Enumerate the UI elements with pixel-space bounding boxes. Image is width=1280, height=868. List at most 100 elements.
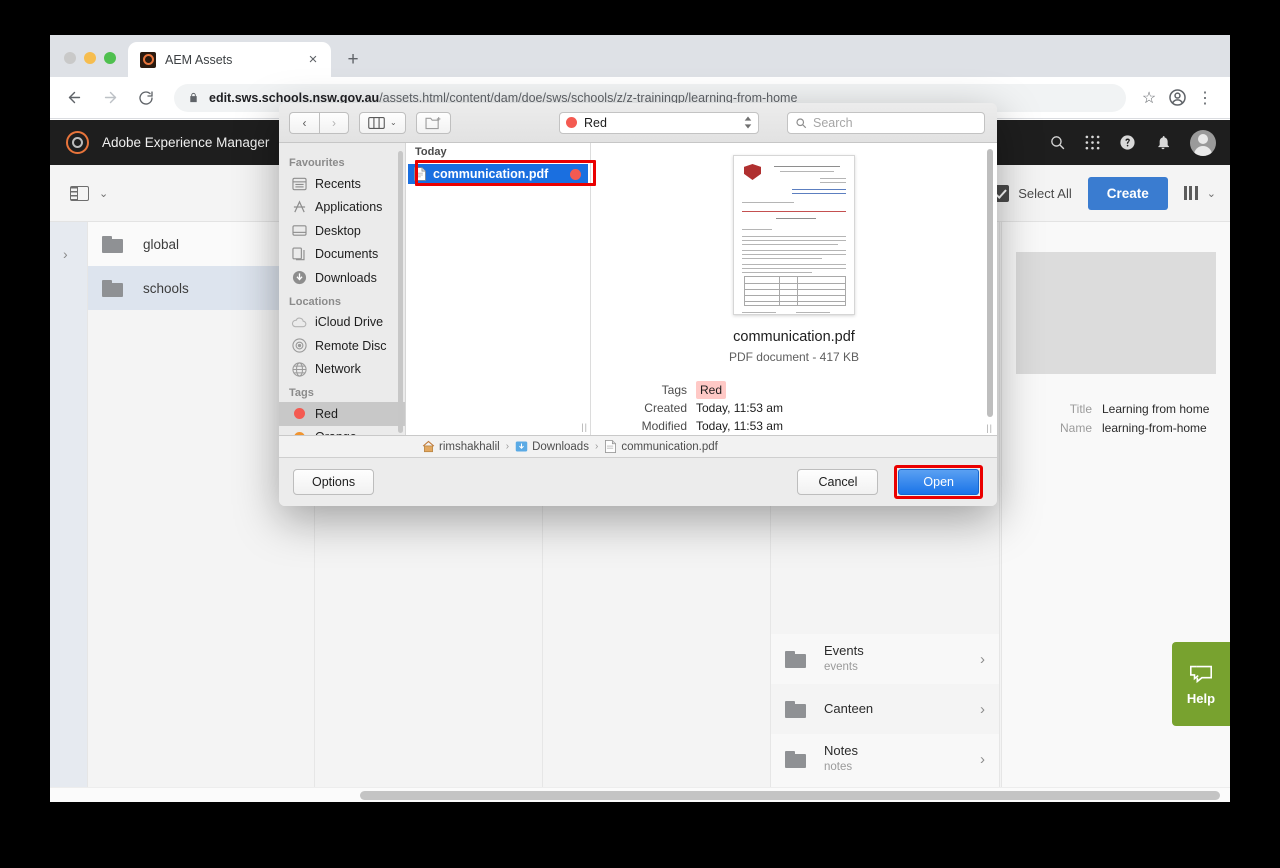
sidebar-item-tag-red[interactable]: Red <box>279 402 405 426</box>
close-window-button[interactable] <box>64 52 76 64</box>
sidebar-scrollbar[interactable] <box>398 151 403 433</box>
profile-avatar[interactable] <box>1164 85 1190 111</box>
reload-button[interactable] <box>130 82 162 114</box>
sidebar-item-tag-orange[interactable]: Orange <box>279 426 405 435</box>
asset-row-notes[interactable]: Notes notes › <box>771 734 999 784</box>
search-icon[interactable] <box>1049 134 1066 151</box>
asset-row-canteen[interactable]: Canteen › <box>771 684 999 734</box>
options-button[interactable]: Options <box>293 469 375 495</box>
dialog-nav-segment: ‹ › <box>289 111 349 134</box>
cancel-button[interactable]: Cancel <box>797 469 879 495</box>
preview-filename: communication.pdf <box>733 329 855 345</box>
adobe-logo-icon <box>66 131 89 154</box>
folder-icon <box>102 279 123 297</box>
pdf-file-icon <box>414 167 426 181</box>
sidebar-item-documents[interactable]: Documents <box>279 243 405 267</box>
create-button[interactable]: Create <box>1087 176 1168 210</box>
rail-toggle-button[interactable]: ⌄ <box>70 185 108 201</box>
red-tag-dot-icon <box>291 406 307 422</box>
dialog-forward-button[interactable]: › <box>319 111 349 134</box>
open-button-annotation: Open <box>894 465 983 499</box>
sidebar-item-remote-disc[interactable]: Remote Disc <box>279 334 405 358</box>
apps-grid-icon[interactable] <box>1085 135 1100 150</box>
window-traffic-lights <box>50 52 128 77</box>
sidebar-item-downloads[interactable]: Downloads <box>279 266 405 290</box>
chevron-right-icon: › <box>63 246 68 262</box>
help-circle-icon[interactable] <box>1119 134 1136 151</box>
back-button[interactable] <box>58 82 90 114</box>
column-collapse-strip[interactable]: › <box>50 222 88 787</box>
path-item-home[interactable]: rimshakhalil <box>422 440 500 453</box>
minimize-window-button[interactable] <box>84 52 96 64</box>
asset-title: Events <box>824 643 864 659</box>
path-separator: › <box>505 441 510 452</box>
chevron-right-icon[interactable]: › <box>980 651 985 668</box>
bookmark-star-icon[interactable]: ☆ <box>1136 85 1162 111</box>
preview-attributes: Tags Red Created Today, 11:53 am Modifie… <box>591 381 997 435</box>
attribute-value: Today, 11:53 am <box>696 401 783 415</box>
attribute-key: Tags <box>661 383 687 397</box>
school-crest-graphic <box>744 164 761 180</box>
browser-menu-icon[interactable]: ⋮ <box>1192 85 1218 111</box>
path-separator: › <box>594 441 599 452</box>
metadata-row-title: Title Learning from home <box>1002 400 1216 419</box>
sidebar-item-network[interactable]: Network <box>279 358 405 382</box>
sidebar-item-label: Orange <box>315 430 357 435</box>
folder-icon <box>785 750 806 768</box>
dialog-back-button[interactable]: ‹ <box>289 111 319 134</box>
sidebar-item-recents[interactable]: Recents <box>279 172 405 196</box>
chevron-right-icon[interactable]: › <box>980 701 985 718</box>
attribute-value: Today, 11:53 am <box>696 419 783 433</box>
orange-tag-dot-icon <box>291 429 307 435</box>
maximize-window-button[interactable] <box>104 52 116 64</box>
bell-icon[interactable] <box>1155 134 1171 151</box>
new-tab-button[interactable]: + <box>339 45 367 73</box>
path-item-downloads[interactable]: Downloads <box>515 440 589 453</box>
search-icon <box>796 117 807 128</box>
dialog-new-folder-button[interactable] <box>415 111 451 134</box>
preview-resize-handle[interactable]: || <box>986 423 993 433</box>
sidebar-item-label: Applications <box>315 200 383 215</box>
close-tab-icon[interactable]: × <box>304 51 322 69</box>
pdf-file-icon <box>605 440 617 453</box>
view-switcher-button[interactable]: ⌄ <box>1183 186 1216 200</box>
browser-tab[interactable]: AEM Assets × <box>128 42 331 77</box>
sidebar-section-tags: Tags <box>289 387 314 399</box>
sidebar-item-icloud-drive[interactable]: iCloud Drive <box>279 311 405 335</box>
folder-icon <box>102 235 123 253</box>
open-button[interactable]: Open <box>898 469 979 495</box>
preview-scrollbar[interactable] <box>987 149 993 417</box>
sidebar-item-label: Downloads <box>315 270 377 285</box>
select-all-button[interactable]: Select All <box>992 184 1072 202</box>
scrollbar-thumb[interactable] <box>360 791 1220 800</box>
sidebar-item-applications[interactable]: Applications <box>279 196 405 220</box>
attribute-key: Created <box>644 401 687 415</box>
applications-icon <box>291 199 307 215</box>
file-list-item-communication-pdf[interactable]: communication.pdf <box>408 164 588 184</box>
asset-title: Canteen <box>824 700 874 716</box>
search-input[interactable]: Search <box>787 111 985 134</box>
asset-row-events[interactable]: Events events › <box>771 634 999 684</box>
select-all-label: Select All <box>1018 185 1072 201</box>
sidebar-item-label: Recents <box>315 176 361 191</box>
forward-button[interactable] <box>94 82 126 114</box>
horizontal-scrollbar[interactable] <box>50 787 1230 802</box>
column-resize-handle[interactable]: || <box>581 422 588 432</box>
asset-metadata: Title Learning from home Name learning-f… <box>1002 400 1230 437</box>
documents-icon <box>291 246 307 262</box>
aem-brand[interactable]: Adobe Experience Manager <box>66 131 269 154</box>
asset-title: Notes <box>824 743 858 759</box>
panel-toggle-icon <box>70 185 89 201</box>
path-item-file[interactable]: communication.pdf <box>604 440 718 453</box>
dialog-view-mode-button[interactable]: ⌄ <box>359 111 406 134</box>
chat-bubble-icon <box>1189 665 1213 684</box>
home-icon <box>422 440 435 453</box>
sidebar-item-label: Network <box>315 362 361 377</box>
dialog-body: Favourites Recents Applications Desktop <box>279 143 997 436</box>
avatar[interactable] <box>1190 129 1216 156</box>
help-button[interactable]: Help <box>1172 642 1230 726</box>
tree-row-label: schools <box>143 280 189 296</box>
chevron-right-icon[interactable]: › <box>980 751 985 768</box>
location-select[interactable]: Red <box>559 111 759 134</box>
sidebar-item-desktop[interactable]: Desktop <box>279 219 405 243</box>
